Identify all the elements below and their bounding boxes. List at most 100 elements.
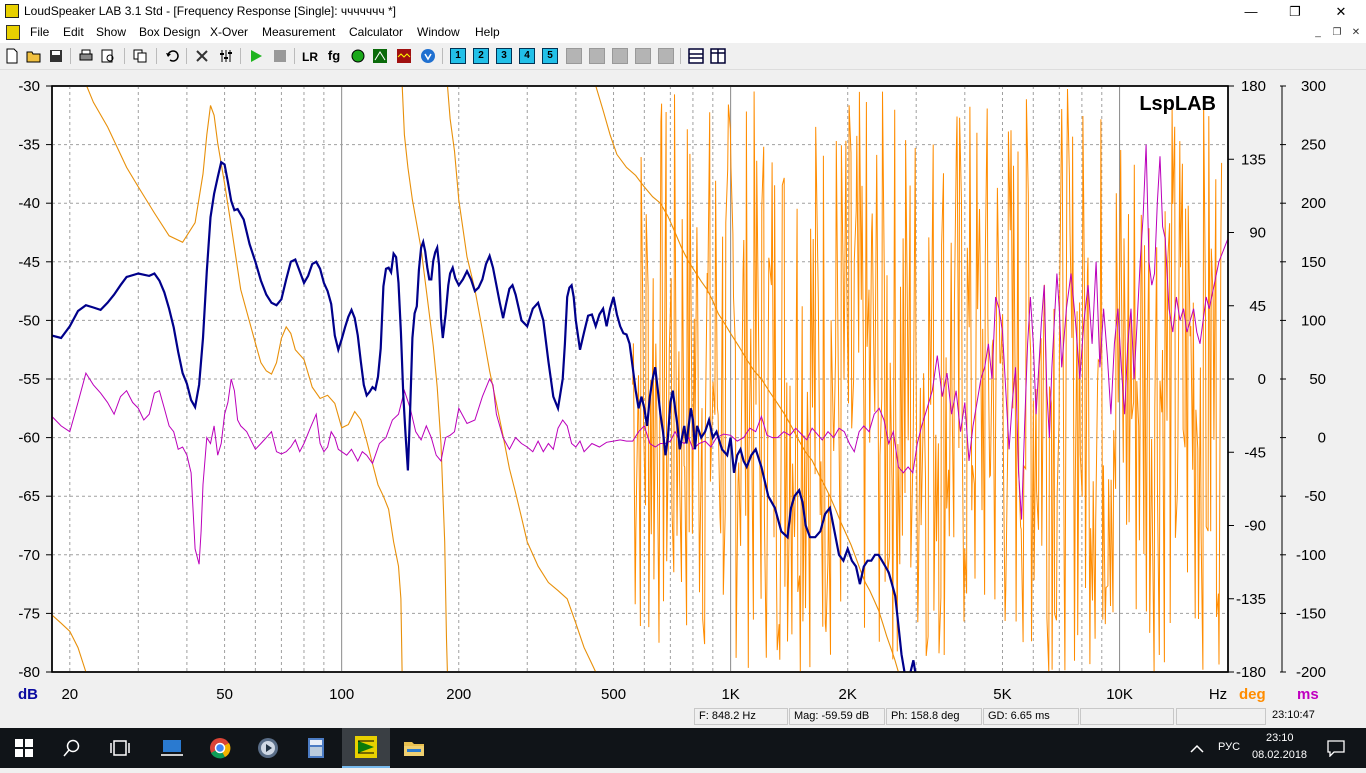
db-tick-label: -50: [18, 312, 40, 329]
db-tick-label: -55: [18, 371, 40, 388]
deg-tick-label: -135: [1236, 591, 1266, 608]
save-icon[interactable]: [48, 48, 64, 64]
deg-tick-label: 0: [1258, 371, 1266, 388]
svg-text:LR: LR: [302, 50, 318, 64]
menu-show[interactable]: Show: [96, 25, 126, 39]
disabled-tool-3-icon: [612, 48, 628, 64]
ms-tick-label: 50: [1309, 371, 1326, 388]
ms-tick-label: 100: [1301, 312, 1326, 329]
menu-help[interactable]: Help: [475, 25, 500, 39]
sliders-icon[interactable]: [218, 48, 234, 64]
play-icon[interactable]: [248, 48, 264, 64]
tile-vertical-icon[interactable]: [710, 48, 726, 64]
x-tick-label: 500: [601, 686, 626, 703]
mdi-minimize-icon[interactable]: _: [1310, 25, 1326, 40]
x-tick-label: 2K: [839, 686, 857, 703]
fg-icon[interactable]: fg: [326, 48, 342, 64]
ms-tick-label: 0: [1318, 430, 1326, 447]
copy-icon[interactable]: [132, 48, 148, 64]
db-tick-label: -60: [18, 430, 40, 447]
db-tick-label: -80: [18, 664, 40, 681]
mdi-restore-icon[interactable]: ❐: [1329, 25, 1345, 40]
deg-tick-label: 90: [1249, 225, 1266, 242]
print-preview-icon[interactable]: [100, 48, 116, 64]
menu-x-over[interactable]: X-Over: [210, 25, 248, 39]
search-icon[interactable]: [48, 728, 96, 768]
window-title: LoudSpeaker LAB 3.1 Std - [Frequency Res…: [24, 4, 396, 18]
clock-time[interactable]: 23:10: [1266, 732, 1294, 744]
ms-tick-label: -200: [1296, 664, 1326, 681]
db-tick-label: -35: [18, 137, 40, 154]
lr-icon[interactable]: LR: [302, 48, 318, 64]
x-tick-label: 20: [61, 686, 78, 703]
db-tick-label: -65: [18, 488, 40, 505]
maximize-button[interactable]: ❐: [1272, 0, 1318, 23]
deg-tick-label: 135: [1241, 151, 1266, 168]
menu-file[interactable]: File: [30, 25, 49, 39]
status-empty-2: [1176, 708, 1266, 725]
deg-tick-label: -180: [1236, 664, 1266, 681]
file-explorer-icon[interactable]: [390, 728, 438, 768]
menu-edit[interactable]: Edit: [63, 25, 84, 39]
clock-date[interactable]: 08.02.2018: [1252, 749, 1307, 761]
db-tick-label: -30: [18, 78, 40, 95]
memory-slot-4-button[interactable]: 4: [519, 48, 535, 64]
watermark-logo: LspLAB: [1139, 93, 1216, 115]
db-tick-label: -40: [18, 195, 40, 212]
memory-slot-5-button[interactable]: 5: [542, 48, 558, 64]
tools-icon[interactable]: [194, 48, 210, 64]
menu-box-design[interactable]: Box Design: [139, 25, 200, 39]
undo-icon[interactable]: [164, 48, 180, 64]
status-group-delay: GD: 6.65 ms: [983, 708, 1079, 725]
toolbar: LR fg 12345: [0, 43, 1366, 70]
waterfall-icon[interactable]: [396, 48, 412, 64]
ms-tick-label: 300: [1301, 78, 1326, 95]
mdi-close-icon[interactable]: ✕: [1348, 25, 1364, 40]
deg-tick-label: 180: [1241, 78, 1266, 95]
db-axis-label: dB: [18, 686, 38, 703]
open-folder-icon[interactable]: [26, 48, 42, 64]
heart-icon[interactable]: [420, 48, 436, 64]
ms-tick-label: 200: [1301, 195, 1326, 212]
menu-measurement[interactable]: Measurement: [262, 25, 335, 39]
ms-axis-label: ms: [1297, 686, 1319, 703]
stop-icon[interactable]: [272, 48, 288, 64]
document-icon[interactable]: [6, 25, 20, 40]
status-time: 23:10:47: [1272, 709, 1315, 721]
minimize-button[interactable]: —: [1228, 0, 1274, 23]
x-tick-label: 50: [216, 686, 233, 703]
close-button[interactable]: ✕: [1318, 0, 1364, 23]
task-view-icon[interactable]: [96, 728, 144, 768]
db-tick-label: -45: [18, 254, 40, 271]
ms-tick-label: -150: [1296, 605, 1326, 622]
tray-chevron-icon[interactable]: [1186, 728, 1208, 768]
menu-window[interactable]: Window: [417, 25, 460, 39]
menu-calculator[interactable]: Calculator: [349, 25, 403, 39]
frequency-response-chart[interactable]: LspLAB -30 -35 -40 -45 -50 -55 -60 -65 -70 -75 -80 1…: [0, 70, 1366, 704]
spectrum-icon[interactable]: [372, 48, 388, 64]
disabled-tool-5-icon: [658, 48, 674, 64]
loudspeaker-lab-taskbar-icon[interactable]: [342, 728, 390, 768]
status-empty-1: [1080, 708, 1174, 725]
new-file-icon[interactable]: [4, 48, 20, 64]
memory-slot-3-button[interactable]: 3: [496, 48, 512, 64]
deg-tick-label: 45: [1249, 298, 1266, 315]
memory-slot-2-button[interactable]: 2: [473, 48, 489, 64]
status-bar: F: 848.2 Hz Mag: -59.59 dB Ph: 158.8 deg…: [0, 706, 1366, 728]
ms-tick-label: 250: [1301, 137, 1326, 154]
notifications-icon[interactable]: [1318, 728, 1354, 768]
calculator-icon[interactable]: [292, 728, 340, 768]
chrome-icon[interactable]: [196, 728, 244, 768]
memory-slot-1-button[interactable]: 1: [450, 48, 466, 64]
tile-horizontal-icon[interactable]: [688, 48, 704, 64]
disabled-tool-2-icon: [589, 48, 605, 64]
x-tick-label: 1K: [721, 686, 739, 703]
deg-tick-label: -45: [1244, 444, 1266, 461]
disabled-tool-4-icon: [635, 48, 651, 64]
explorer-pc-icon[interactable]: [148, 728, 196, 768]
windows-start-icon[interactable]: [0, 728, 48, 768]
media-player-icon[interactable]: [244, 728, 292, 768]
language-indicator[interactable]: РУС: [1218, 741, 1240, 753]
circle-icon[interactable]: [350, 48, 366, 64]
print-icon[interactable]: [78, 48, 94, 64]
